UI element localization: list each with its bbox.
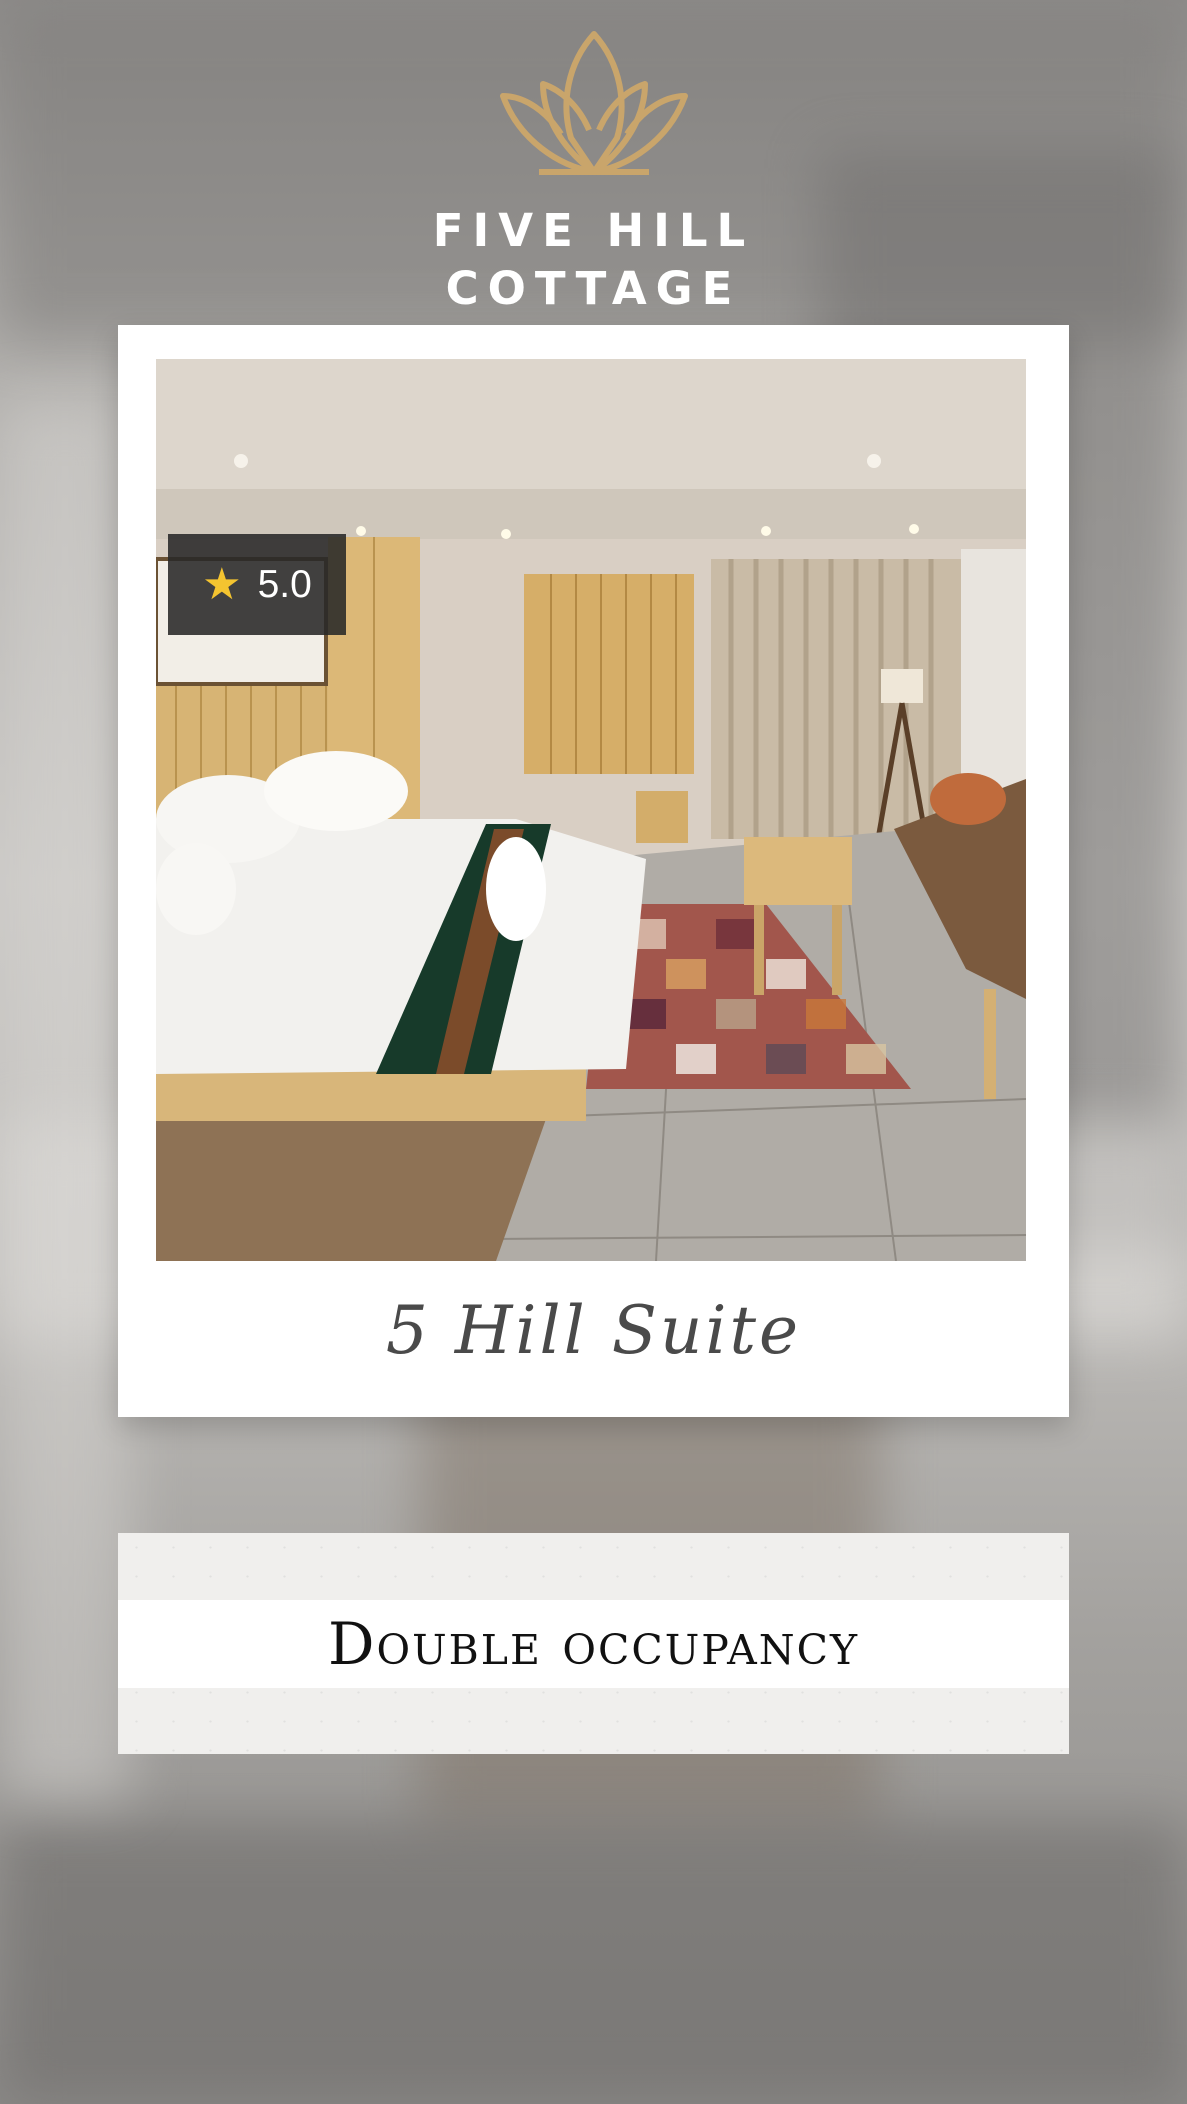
star-icon: ★ — [202, 558, 242, 610]
room-card[interactable]: ★ 5.0 5 Hill Suite — [118, 325, 1069, 1417]
room-illustration — [156, 359, 1026, 1261]
room-photo: ★ 5.0 — [156, 359, 1026, 1261]
occupancy-strip: Double occupancy — [118, 1600, 1069, 1688]
room-name: 5 Hill Suite — [385, 1291, 802, 1369]
brand-logo: FIVE HILL COTTAGE — [0, 26, 1187, 318]
lotus-icon — [499, 31, 688, 175]
rating-value: 5.0 — [257, 562, 312, 606]
brand-name-line-1: FIVE HILL — [432, 204, 755, 257]
occupancy-label: Double occupancy — [327, 1610, 860, 1678]
brand-name-line-2: COTTAGE — [445, 262, 742, 315]
rating-badge: ★ 5.0 — [168, 534, 346, 635]
occupancy-banner: Double occupancy — [118, 1533, 1069, 1754]
